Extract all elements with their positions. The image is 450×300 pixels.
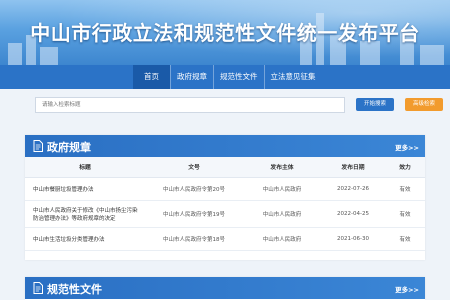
table-header-row: 标题 文号 发布主体 发布日期 效力	[25, 157, 425, 178]
panel-title: 政府规章	[47, 141, 91, 154]
column-header-date: 发布日期	[321, 157, 385, 178]
more-link[interactable]: 更多>>	[395, 284, 419, 294]
search-bar: 开始搜索 高级检索	[35, 97, 443, 113]
document-icon	[33, 282, 43, 294]
table-row[interactable]: 中山市生活垃圾分类管理办法 中山市人民政府令第18号 中山市人民政府 2021-…	[25, 227, 425, 251]
rules-table: 标题 文号 发布主体 发布日期 效力 中山市餐厨垃圾管理办法 中山市人民政府令第…	[25, 157, 425, 251]
search-input[interactable]	[35, 97, 345, 113]
site-banner: 中山市行政立法和规范性文件统一发布平台	[0, 0, 450, 65]
validity: 有效	[385, 200, 425, 228]
nav-item-normative-docs[interactable]: 规范性文件	[213, 65, 264, 89]
rule-title-link[interactable]: 中山市生活垃圾分类管理办法	[25, 227, 145, 251]
validity: 有效	[385, 177, 425, 201]
column-header-doc-number: 文号	[145, 157, 243, 178]
issuer: 中山市人民政府	[243, 227, 321, 251]
panel-header: 规范性文件 更多>>	[25, 277, 425, 299]
nav-items: 首页 政府规章 规范性文件 立法意见征集	[133, 65, 322, 89]
skyline-building	[40, 47, 58, 65]
nav-item-home[interactable]: 首页	[133, 65, 170, 89]
column-header-issuer: 发布主体	[243, 157, 321, 178]
nav-item-gov-rules[interactable]: 政府规章	[170, 65, 213, 89]
main-nav: 首页 政府规章 规范性文件 立法意见征集	[0, 65, 450, 89]
advanced-search-button[interactable]: 高级检索	[405, 98, 443, 111]
column-header-validity: 效力	[385, 157, 425, 178]
doc-number: 中山市人民政府令第20号	[145, 177, 243, 201]
panel-header: 政府规章 更多>>	[25, 135, 425, 157]
site-title: 中山市行政立法和规范性文件统一发布平台	[30, 21, 420, 45]
nav-item-legislative-opinions[interactable]: 立法意见征集	[263, 65, 322, 89]
issuer: 中山市人民政府	[243, 177, 321, 201]
publish-date: 2021-06-30	[321, 227, 385, 251]
doc-number: 中山市人民政府令第19号	[145, 200, 243, 228]
publish-date: 2022-04-25	[321, 200, 385, 228]
doc-number: 中山市人民政府令第18号	[145, 227, 243, 251]
search-button[interactable]: 开始搜索	[356, 98, 394, 111]
more-link[interactable]: 更多>>	[395, 142, 419, 152]
skyline-building	[8, 43, 22, 65]
normative-docs-panel: 规范性文件 更多>>	[25, 277, 425, 300]
rule-title-link[interactable]: 中山市餐厨垃圾管理办法	[25, 177, 145, 201]
validity: 有效	[385, 227, 425, 251]
document-icon	[33, 140, 43, 152]
skyline-building	[420, 45, 444, 65]
column-header-title: 标题	[25, 157, 145, 178]
table-row[interactable]: 中山市人民政府关于修改《中山市扬尘污染防治管理办法》等政府规章的决定 中山市人民…	[25, 200, 425, 228]
table-row[interactable]: 中山市餐厨垃圾管理办法 中山市人民政府令第20号 中山市人民政府 2022-07…	[25, 177, 425, 201]
publish-date: 2022-07-26	[321, 177, 385, 201]
rule-title-link[interactable]: 中山市人民政府关于修改《中山市扬尘污染防治管理办法》等政府规章的决定	[25, 200, 145, 228]
panel-title: 规范性文件	[47, 283, 102, 296]
gov-rules-panel: 政府规章 更多>> 标题 文号 发布主体 发布日期 效力 中山市餐厨垃圾管理办法…	[25, 135, 425, 260]
issuer: 中山市人民政府	[243, 200, 321, 228]
